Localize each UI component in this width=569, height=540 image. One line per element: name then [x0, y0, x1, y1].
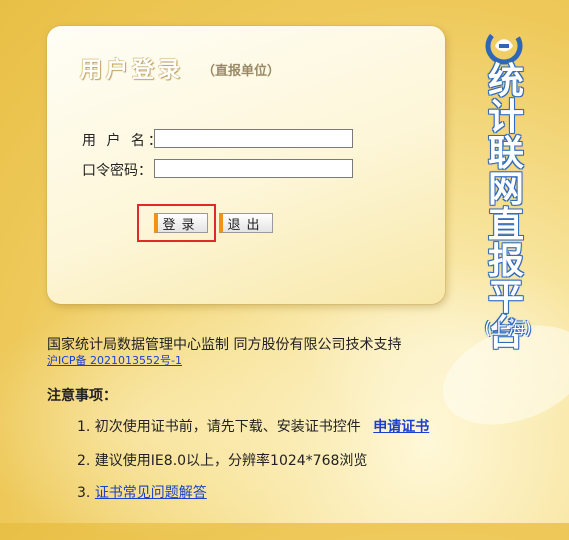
login-subtitle: （直报单位） — [202, 64, 281, 79]
apply-certificate-link[interactable]: 申请证书 — [373, 419, 429, 435]
notice-item-3: 3. 证书常见问题解答 — [77, 482, 207, 502]
password-input[interactable] — [154, 159, 353, 178]
login-title: 用户登录 — [80, 58, 185, 83]
notice-item-1: 1. 初次使用证书前，请先下载、安装证书控件 申请证书 — [77, 416, 429, 436]
username-label: 用 户 名： — [82, 133, 165, 149]
brand-region: (上海) — [484, 319, 532, 339]
login-button[interactable]: 登录 — [154, 213, 208, 233]
brand-title: 统计联网直报平台 — [487, 61, 524, 354]
certificate-faq-link[interactable]: 证书常见问题解答 — [95, 485, 207, 501]
notice-title: 注意事项： — [47, 388, 117, 404]
notice-item-2: 2. 建议使用IE8.0以上，分辨率1024*768浏览 — [77, 453, 368, 469]
password-label: 口令密码： — [82, 163, 152, 179]
username-input[interactable] — [154, 129, 353, 148]
icp-link[interactable]: 沪ICP备 2021013552号-1 — [47, 352, 182, 368]
exit-button[interactable]: 退出 — [219, 213, 273, 233]
notice-item-1-text: 1. 初次使用证书前，请先下载、安装证书控件 — [77, 419, 361, 435]
brand-logo-icon — [485, 27, 523, 65]
support-text: 国家统计局数据管理中心监制 同方股份有限公司技术支持 — [47, 337, 402, 353]
notice-item-3-prefix: 3. — [77, 485, 95, 501]
